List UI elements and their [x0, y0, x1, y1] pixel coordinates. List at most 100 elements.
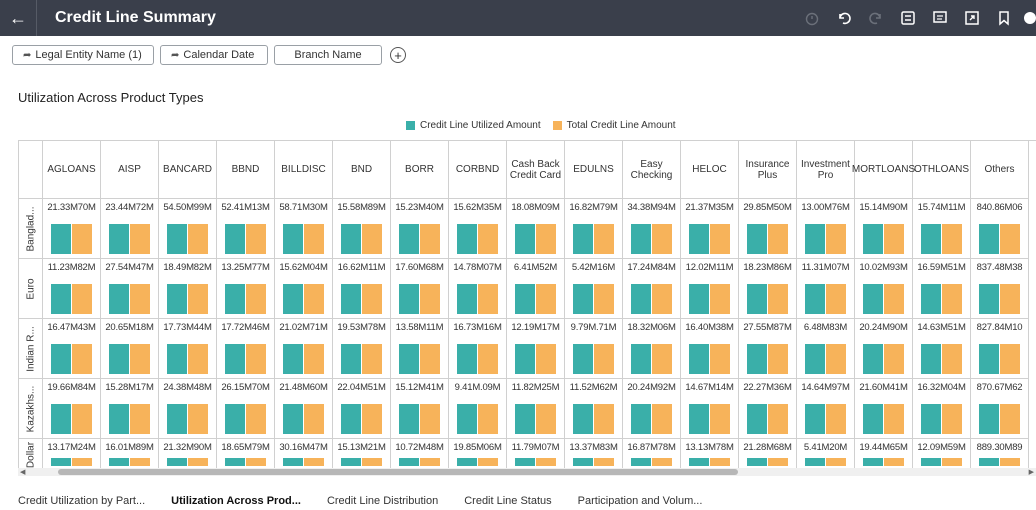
chart-cell[interactable]: 5.41M​20M [797, 439, 855, 470]
bar-utilized[interactable] [573, 344, 593, 374]
chart-cell[interactable]: 21.32M​90M [159, 439, 217, 470]
chart-cell[interactable]: 16.01M​89M [101, 439, 159, 470]
chart-cell[interactable]: 19.85M​06M [449, 439, 507, 470]
bar-utilized[interactable] [225, 224, 245, 254]
canvas-tab[interactable]: Credit Line Distribution [327, 495, 438, 507]
canvas-tab[interactable]: Utilization Across Prod... [171, 495, 301, 507]
bar-total[interactable] [478, 458, 498, 466]
bar-utilized[interactable] [747, 404, 767, 434]
chart-cell[interactable]: 15.23M​40M [391, 199, 449, 259]
bar-utilized[interactable] [689, 458, 709, 466]
chart-cell[interactable]: 6.41M​52M [507, 259, 565, 319]
chart-cell[interactable]: 21.48M​60M [275, 379, 333, 439]
bar-utilized[interactable] [399, 458, 419, 466]
bar-total[interactable] [768, 458, 788, 466]
chart-cell[interactable]: 34.38M​94M [623, 199, 681, 259]
bar-utilized[interactable] [631, 458, 651, 466]
bar-utilized[interactable] [457, 458, 477, 466]
bar-utilized[interactable] [283, 404, 303, 434]
bar-utilized[interactable] [399, 224, 419, 254]
bar-total[interactable] [72, 344, 92, 374]
bar-total[interactable] [1000, 224, 1020, 254]
bar-total[interactable] [72, 224, 92, 254]
bar-utilized[interactable] [921, 344, 941, 374]
bar-utilized[interactable] [283, 284, 303, 314]
chart-cell[interactable]: 15.12M​41M [391, 379, 449, 439]
bar-utilized[interactable] [863, 458, 883, 466]
bar-utilized[interactable] [631, 224, 651, 254]
chart-cell[interactable]: 58.71M​30M [275, 199, 333, 259]
chart-cell[interactable]: 24.38M​48M [159, 379, 217, 439]
bar-utilized[interactable] [573, 404, 593, 434]
bar-utilized[interactable] [457, 404, 477, 434]
bar-utilized[interactable] [573, 284, 593, 314]
bar-utilized[interactable] [51, 344, 71, 374]
bar-utilized[interactable] [109, 284, 129, 314]
scroll-right-icon[interactable]: ▶ [1029, 468, 1034, 476]
bar-utilized[interactable] [51, 404, 71, 434]
data-icon[interactable] [892, 0, 924, 36]
timer-icon[interactable] [796, 0, 828, 36]
bar-utilized[interactable] [921, 224, 941, 254]
bar-total[interactable] [942, 404, 962, 434]
chart-cell[interactable]: 11.31M​07M [797, 259, 855, 319]
bar-total[interactable] [188, 458, 208, 466]
bar-total[interactable] [246, 458, 266, 466]
bar-total[interactable] [478, 284, 498, 314]
bar-total[interactable] [884, 404, 904, 434]
canvas-tab[interactable]: Participation and Volum... [578, 495, 703, 507]
bar-total[interactable] [246, 404, 266, 434]
chart-cell[interactable]: 15.62M​35M [449, 199, 507, 259]
bar-total[interactable] [420, 224, 440, 254]
chart-cell[interactable]: 20.24M​90M [855, 319, 913, 379]
bar-total[interactable] [884, 458, 904, 466]
bar-utilized[interactable] [51, 458, 71, 466]
bar-utilized[interactable] [921, 458, 941, 466]
chart-cell[interactable]: 17.24M​84M [623, 259, 681, 319]
bar-utilized[interactable] [283, 344, 303, 374]
chart-cell[interactable]: 17.73M​44M [159, 319, 217, 379]
bar-utilized[interactable] [225, 344, 245, 374]
bar-utilized[interactable] [399, 284, 419, 314]
chart-cell[interactable]: 18.65M​79M [217, 439, 275, 470]
chart-cell[interactable]: 21.33M​70M [43, 199, 101, 259]
chart-cell[interactable]: 837.48M​38 [971, 259, 1029, 319]
bar-total[interactable] [710, 224, 730, 254]
canvas-tab[interactable]: Credit Utilization by Part... [18, 495, 145, 507]
bar-total[interactable] [710, 344, 730, 374]
bar-total[interactable] [768, 284, 788, 314]
bar-utilized[interactable] [921, 284, 941, 314]
bar-utilized[interactable] [805, 224, 825, 254]
bar-utilized[interactable] [863, 224, 883, 254]
bar-utilized[interactable] [631, 284, 651, 314]
chart-cell[interactable]: 29.85M​50M [739, 199, 797, 259]
user-icon[interactable] [1020, 0, 1036, 36]
bar-total[interactable] [826, 458, 846, 466]
bar-utilized[interactable] [51, 284, 71, 314]
bar-total[interactable] [188, 224, 208, 254]
chart-cell[interactable]: 13.37M​83M [565, 439, 623, 470]
bar-utilized[interactable] [341, 224, 361, 254]
chart-cell[interactable]: 21.60M​41M [855, 379, 913, 439]
bar-utilized[interactable] [341, 458, 361, 466]
bar-total[interactable] [594, 224, 614, 254]
chart-cell[interactable]: 19.44M​65M [855, 439, 913, 470]
bar-total[interactable] [768, 344, 788, 374]
bar-utilized[interactable] [515, 284, 535, 314]
bar-utilized[interactable] [515, 344, 535, 374]
chart-cell[interactable]: 26.15M​70M [217, 379, 275, 439]
bar-utilized[interactable] [979, 224, 999, 254]
bar-utilized[interactable] [747, 344, 767, 374]
chart-cell[interactable]: 5.42M​16M [565, 259, 623, 319]
redo-icon[interactable] [860, 0, 892, 36]
scrollbar-thumb[interactable] [58, 469, 738, 475]
bar-total[interactable] [72, 284, 92, 314]
bar-total[interactable] [536, 458, 556, 466]
bar-utilized[interactable] [805, 284, 825, 314]
bar-total[interactable] [884, 284, 904, 314]
bar-total[interactable] [1000, 344, 1020, 374]
chart-cell[interactable]: 27.54M​47M [101, 259, 159, 319]
bar-total[interactable] [420, 458, 440, 466]
bar-total[interactable] [304, 458, 324, 466]
chart-cell[interactable]: 21.37M​35M [681, 199, 739, 259]
